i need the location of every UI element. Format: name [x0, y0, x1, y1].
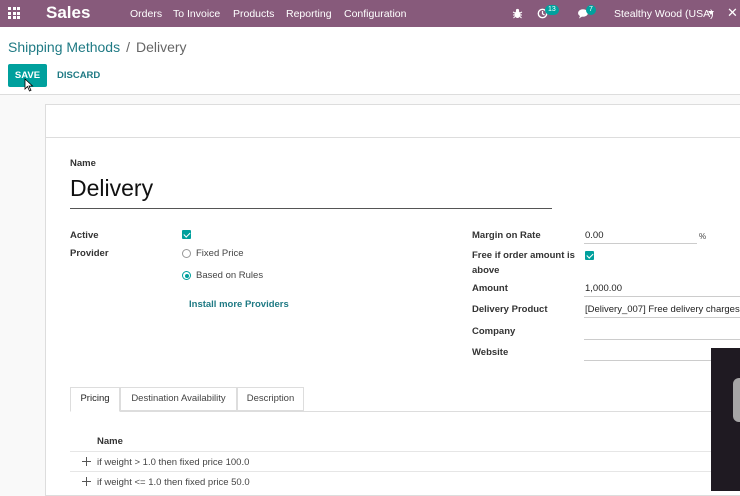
free-over-label-line2: above [472, 265, 500, 276]
pricing-row-divider [70, 471, 740, 472]
delivery-product-field[interactable]: [Delivery_007] Free delivery charges [585, 304, 740, 315]
company-underline [584, 339, 740, 340]
top-navbar: Sales Orders To Invoice Products Reporti… [0, 0, 740, 27]
apps-icon[interactable] [8, 7, 20, 19]
name-field[interactable]: Delivery [70, 175, 153, 202]
website-label: Website [472, 347, 509, 358]
pricing-column-name: Name [97, 436, 123, 447]
margin-unit: % [699, 232, 707, 241]
active-label: Active [70, 230, 99, 241]
drag-handle-icon[interactable] [82, 477, 91, 486]
app-name[interactable]: Sales [46, 3, 90, 23]
breadcrumb-separator: / [126, 39, 130, 55]
menu-orders[interactable]: Orders [130, 8, 162, 20]
company-label: Company [472, 326, 516, 337]
pricing-rule-row[interactable]: if weight <= 1.0 then fixed price 50.0 [97, 477, 250, 488]
free-over-label-line1: Free if order amount is [472, 250, 575, 261]
drag-handle-icon[interactable] [82, 457, 91, 466]
delivery-product-label: Delivery Product [472, 304, 548, 315]
delivery-product-underline [584, 317, 740, 318]
margin-field[interactable]: 0.00 [585, 230, 604, 241]
name-label: Name [70, 158, 96, 169]
breadcrumb: Shipping Methods / Delivery [8, 39, 187, 55]
control-panel: Shipping Methods / Delivery SAVE DISCARD [0, 27, 740, 95]
tab-description[interactable]: Description [237, 387, 304, 411]
overlay-highlight [733, 378, 740, 422]
menu-to-invoice[interactable]: To Invoice [173, 8, 220, 20]
margin-label: Margin on Rate [472, 230, 541, 241]
pricing-header-divider [70, 451, 740, 452]
name-underline [70, 208, 552, 209]
tabs-divider [70, 411, 740, 412]
discard-button[interactable]: DISCARD [57, 70, 100, 81]
amount-underline [584, 296, 740, 297]
amount-field[interactable]: 1,000.00 [585, 283, 622, 294]
free-over-checkbox[interactable] [585, 251, 594, 260]
pricing-rule-row[interactable]: if weight > 1.0 then fixed price 100.0 [97, 457, 249, 468]
status-bar [46, 105, 740, 138]
provider-based-on-rules-label: Based on Rules [196, 270, 264, 281]
breadcrumb-parent[interactable]: Shipping Methods [8, 39, 120, 55]
bug-icon[interactable] [512, 8, 523, 19]
menu-products[interactable]: Products [233, 8, 274, 20]
provider-label: Provider [70, 248, 109, 259]
menu-reporting[interactable]: Reporting [286, 8, 332, 20]
provider-based-on-rules-radio[interactable] [182, 271, 191, 280]
company-switcher[interactable]: Stealthy Wood (USA) [614, 8, 714, 20]
amount-label: Amount [472, 283, 508, 294]
chevron-down-icon[interactable] [708, 11, 714, 15]
tab-destination-availability[interactable]: Destination Availability [120, 387, 237, 411]
activity-count-badge: 13 [545, 5, 559, 15]
provider-fixed-price-label: Fixed Price [196, 248, 244, 259]
menu-configuration[interactable]: Configuration [344, 8, 406, 20]
close-icon[interactable]: ✕ [727, 5, 738, 21]
messages-count-badge: 7 [586, 5, 596, 15]
provider-fixed-price-radio[interactable] [182, 249, 191, 258]
form-sheet: Name Delivery Active Provider Fixed Pric… [45, 104, 740, 496]
margin-underline [584, 243, 697, 244]
active-checkbox[interactable] [182, 230, 191, 239]
cursor-icon [24, 78, 34, 92]
install-providers-link[interactable]: Install more Providers [189, 299, 289, 310]
breadcrumb-current: Delivery [135, 39, 187, 55]
tab-pricing[interactable]: Pricing [70, 387, 120, 412]
